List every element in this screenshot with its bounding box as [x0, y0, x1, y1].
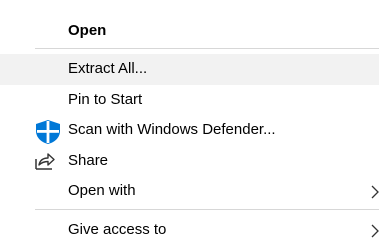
windows-defender-shield-icon	[34, 119, 62, 149]
context-menu: Open Extract All... Pin to Start Scan wi…	[0, 0, 379, 244]
menu-item-give-access[interactable]: Give access to	[0, 215, 379, 246]
share-icon	[34, 151, 56, 175]
chevron-right-icon	[371, 185, 379, 199]
menu-separator	[35, 48, 379, 49]
menu-item-label: Pin to Start	[68, 91, 143, 108]
menu-item-open[interactable]: Open	[0, 16, 379, 47]
menu-item-label: Open with	[68, 182, 136, 199]
menu-item-label: Give access to	[68, 221, 167, 238]
menu-separator	[35, 209, 379, 210]
menu-item-share[interactable]: Share	[0, 146, 379, 177]
menu-item-scan-defender[interactable]: Scan with Windows Defender...	[0, 115, 379, 146]
menu-item-pin-to-start[interactable]: Pin to Start	[0, 85, 379, 116]
menu-item-label: Share	[68, 152, 109, 169]
chevron-right-icon	[371, 224, 379, 238]
menu-item-label: Open	[68, 22, 107, 39]
menu-item-extract-all[interactable]: Extract All...	[0, 54, 379, 85]
menu-item-open-with[interactable]: Open with	[0, 176, 379, 207]
menu-item-label: Extract All...	[68, 60, 148, 77]
menu-item-label: Scan with Windows Defender...	[68, 121, 276, 138]
